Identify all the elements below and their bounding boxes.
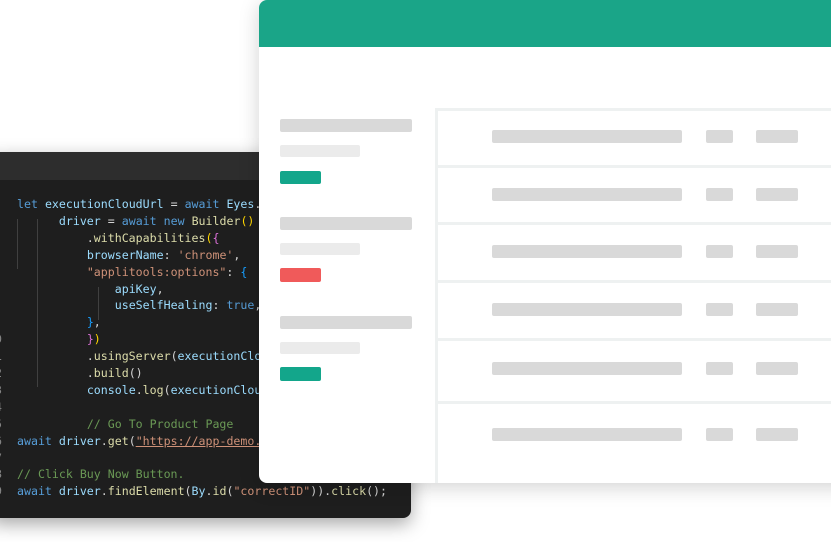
sidebar-placeholder-title	[280, 119, 412, 132]
row-placeholder-cell	[706, 362, 733, 375]
line-number: 0	[0, 331, 2, 348]
sidebar-placeholder-subtitle	[280, 342, 360, 354]
line-number: 6	[0, 433, 2, 450]
table-row[interactable]	[438, 111, 831, 168]
row-placeholder-cell	[756, 303, 798, 316]
row-placeholder-name	[492, 245, 682, 258]
status-badge-pass	[280, 171, 321, 184]
app-window	[259, 0, 831, 483]
row-placeholder-cell	[706, 428, 733, 441]
code-line: await driver.get("https://app-demo.v	[17, 433, 269, 448]
line-number: 7	[0, 450, 2, 467]
row-placeholder-cell	[756, 245, 798, 258]
line-number: 2	[0, 365, 2, 382]
row-placeholder-cell	[756, 188, 798, 201]
row-placeholder-cell	[756, 362, 798, 375]
code-line: driver = await new Builder()	[58, 213, 255, 228]
results-table	[435, 108, 831, 483]
code-line: .usingServer(executionClo	[17, 349, 262, 364]
table-row[interactable]	[438, 404, 831, 483]
row-placeholder-cell	[706, 188, 733, 201]
table-row[interactable]	[438, 168, 831, 225]
code-line: })	[86, 332, 101, 347]
code-line: .withCapabilities({	[17, 230, 220, 245]
table-row[interactable]	[438, 283, 831, 341]
app-header	[259, 0, 831, 47]
status-badge-fail	[280, 268, 321, 282]
sidebar-placeholder-subtitle	[280, 243, 360, 255]
table-row[interactable]	[438, 225, 831, 283]
code-line: browserName: 'chrome',	[86, 247, 241, 262]
sidebar-placeholder-subtitle	[280, 145, 360, 157]
code-line: useSelfHealing: true,	[114, 298, 262, 313]
code-line: apiKey,	[114, 281, 164, 296]
line-number: 9	[0, 483, 2, 500]
sidebar-placeholder-title	[280, 217, 412, 230]
sidebar-placeholder-title	[280, 316, 412, 329]
table-row[interactable]	[438, 341, 831, 404]
line-number: 5	[0, 416, 2, 433]
row-placeholder-cell	[756, 130, 798, 143]
row-placeholder-name	[492, 130, 682, 143]
code-line: await driver.findElement(By.id("correctI…	[17, 484, 388, 499]
row-placeholder-cell	[706, 303, 733, 316]
row-placeholder-cell	[706, 245, 733, 258]
code-line: let executionCloudUrl = await Eyes.g	[17, 197, 268, 211]
line-number: 3	[0, 382, 2, 399]
line-number: 8	[0, 466, 2, 483]
code-line: // Click Buy Now Button.	[17, 467, 185, 482]
status-badge-pass	[280, 367, 321, 381]
code-line: },	[86, 315, 101, 330]
row-placeholder-name	[492, 188, 682, 201]
row-placeholder-name	[492, 362, 682, 375]
code-line: // Go To Product Page	[86, 416, 234, 431]
row-placeholder-cell	[756, 428, 798, 441]
code-line: "applitools:options": {	[86, 264, 248, 279]
code-line: console.log(executionClou	[86, 382, 262, 397]
line-number: 4	[0, 399, 2, 416]
row-placeholder-cell	[706, 130, 733, 143]
row-placeholder-name	[492, 303, 682, 316]
code-line: .build()	[17, 366, 143, 380]
line-number: 1	[0, 348, 2, 365]
row-placeholder-name	[492, 428, 682, 441]
